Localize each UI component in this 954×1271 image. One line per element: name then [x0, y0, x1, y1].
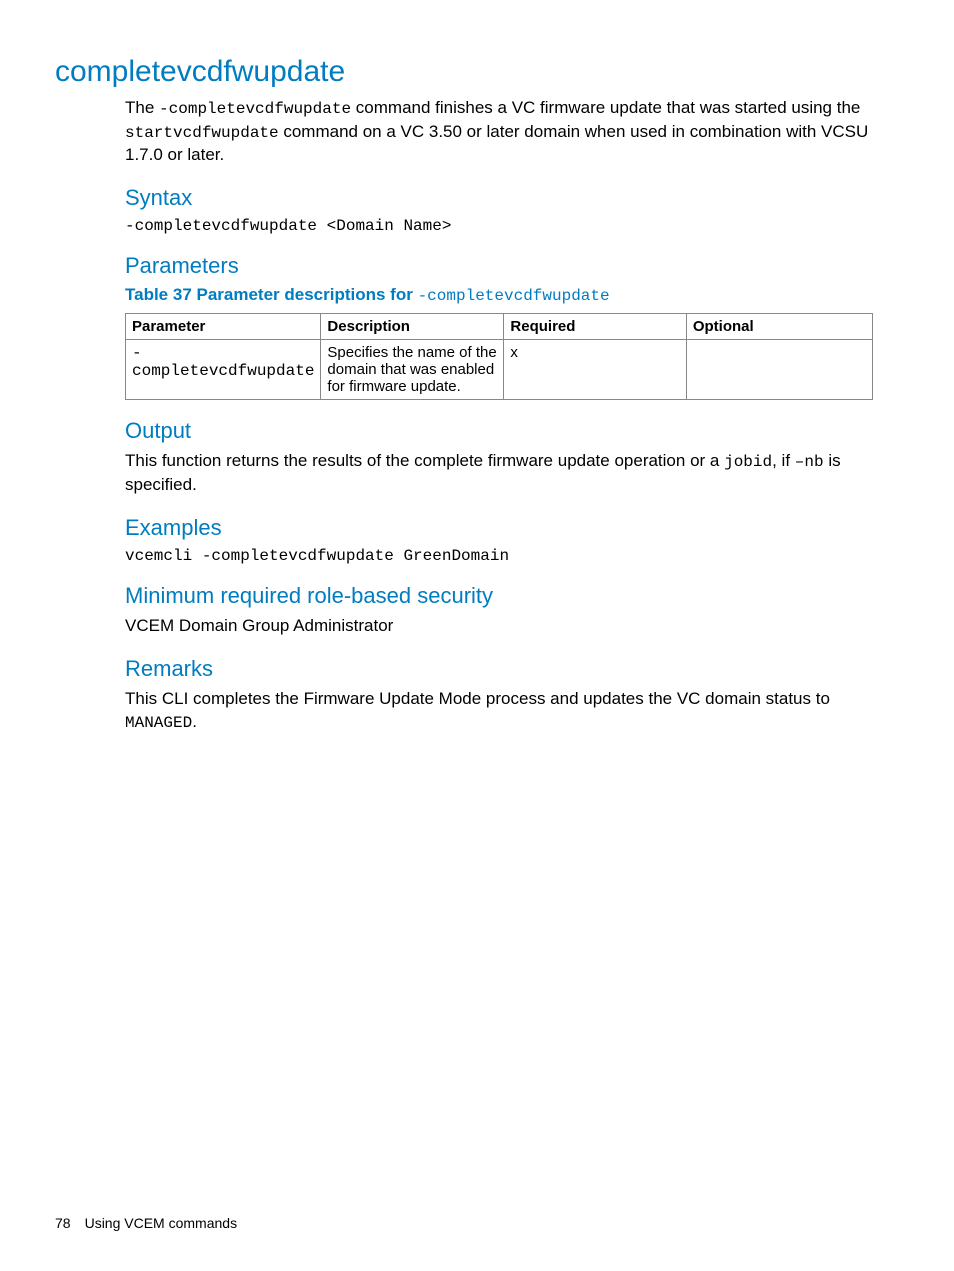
content-body: The -completevcdfwupdate command finishe… [55, 97, 899, 734]
output-code-1: jobid [724, 453, 772, 471]
table-header-row: Parameter Description Required Optional [126, 314, 873, 340]
syntax-heading: Syntax [125, 185, 899, 211]
examples-command: vcemcli -completevcdfwupdate GreenDomain [125, 547, 899, 565]
intro-code-1: -completevcdfwupdate [159, 100, 351, 118]
table-caption-cmd: -completevcdfwupdate [418, 287, 610, 305]
page-number: 78 [55, 1215, 71, 1231]
remarks-paragraph: This CLI completes the Firmware Update M… [125, 688, 899, 735]
td-parameter: -completevcdfwupdate [126, 340, 321, 400]
intro-text-2: command finishes a VC firmware update th… [351, 98, 860, 117]
td-required: x [504, 340, 686, 400]
table-caption-prefix: Table 37 Parameter descriptions for [125, 285, 418, 304]
th-parameter: Parameter [126, 314, 321, 340]
intro-paragraph: The -completevcdfwupdate command finishe… [125, 97, 899, 167]
remarks-text-2: . [192, 712, 197, 731]
table-row: -completevcdfwupdate Specifies the name … [126, 340, 873, 400]
td-optional [686, 340, 872, 400]
td-description: Specifies the name of the domain that wa… [321, 340, 504, 400]
output-text-1: This function returns the results of the… [125, 451, 724, 470]
remarks-text-1: This CLI completes the Firmware Update M… [125, 689, 830, 708]
intro-code-2: startvcdfwupdate [125, 124, 279, 142]
parameters-table: Parameter Description Required Optional … [125, 313, 873, 400]
table-caption: Table 37 Parameter descriptions for -com… [125, 285, 899, 305]
footer-section: Using VCEM commands [85, 1215, 238, 1231]
intro-text-1: The [125, 98, 159, 117]
output-code-2: –nb [795, 453, 824, 471]
th-description: Description [321, 314, 504, 340]
output-heading: Output [125, 418, 899, 444]
parameters-heading: Parameters [125, 253, 899, 279]
th-required: Required [504, 314, 686, 340]
remarks-heading: Remarks [125, 656, 899, 682]
output-text-2: , if [772, 451, 795, 470]
examples-heading: Examples [125, 515, 899, 541]
page-container: completevcdfwupdate The -completevcdfwup… [0, 0, 954, 734]
remarks-code-1: MANAGED [125, 714, 192, 732]
syntax-command: -completevcdfwupdate <Domain Name> [125, 217, 899, 235]
security-heading: Minimum required role-based security [125, 583, 899, 609]
th-optional: Optional [686, 314, 872, 340]
page-footer: 78 Using VCEM commands [55, 1215, 237, 1231]
security-text: VCEM Domain Group Administrator [125, 615, 899, 638]
output-paragraph: This function returns the results of the… [125, 450, 899, 497]
page-title: completevcdfwupdate [55, 55, 899, 89]
